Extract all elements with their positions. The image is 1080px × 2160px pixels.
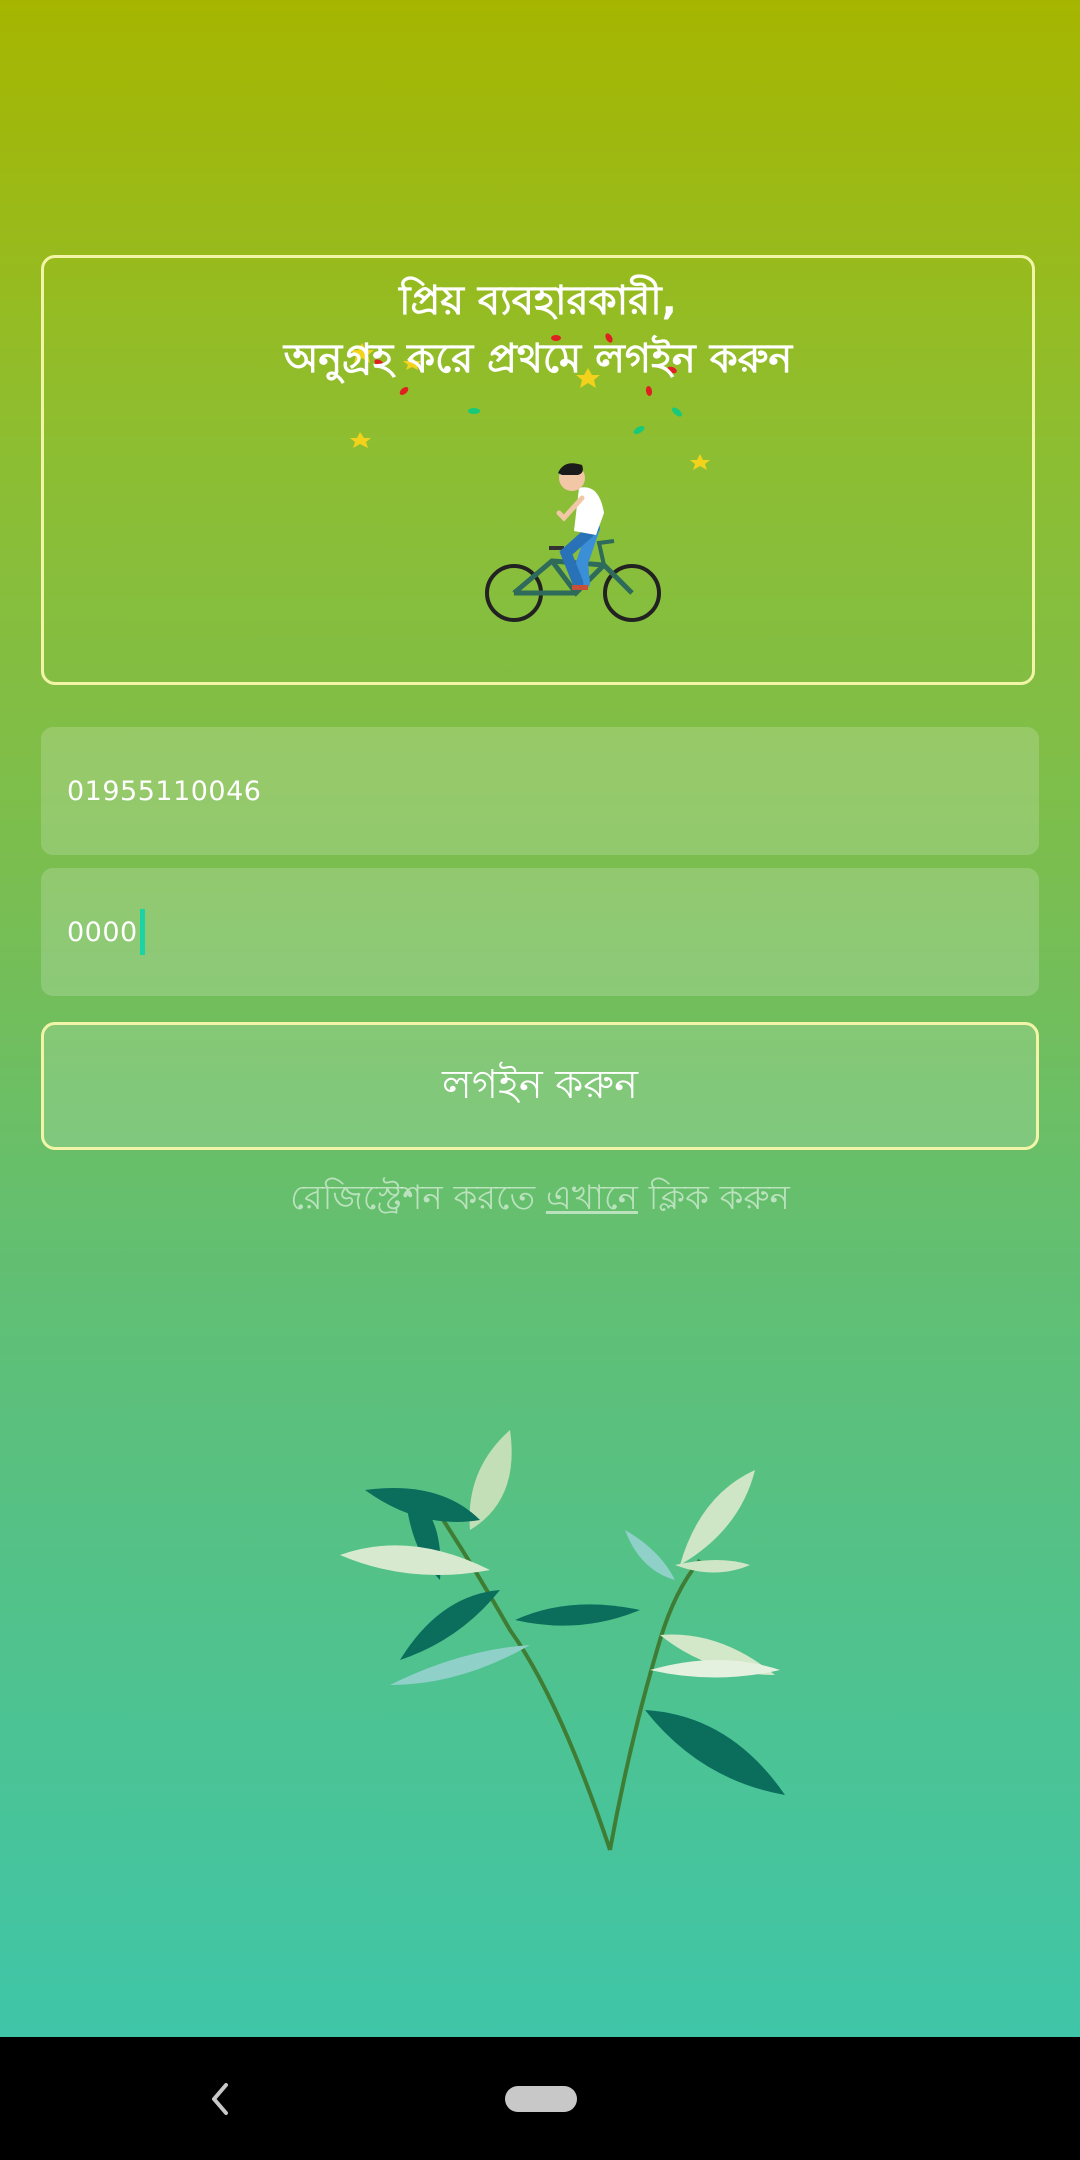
welcome-title: প্রিয় ব্যবহারকারী, অনুগ্রহ করে প্রথমে ল… bbox=[44, 272, 1032, 388]
system-nav-bar bbox=[0, 2037, 1080, 2160]
plant-illustration bbox=[340, 1430, 785, 1851]
home-pill-button[interactable] bbox=[505, 2086, 577, 2112]
text-cursor bbox=[139, 909, 145, 955]
register-suffix: ক্লিক করুন bbox=[637, 1178, 790, 1218]
register-link[interactable]: এখানে bbox=[546, 1178, 638, 1218]
phone-value: 01955110046 bbox=[67, 775, 262, 807]
register-prefix: রেজিস্ট্রেশন করতে bbox=[290, 1178, 546, 1218]
login-screen: প্রিয় ব্যবহারকারী, অনুগ্রহ করে প্রথমে ল… bbox=[0, 0, 1080, 2037]
welcome-line-2: অনুগ্রহ করে প্রথমে লগইন করুন bbox=[283, 336, 793, 382]
login-button-label: লগইন করুন bbox=[442, 1061, 638, 1108]
password-value: 0000 bbox=[67, 916, 138, 948]
login-button[interactable]: লগইন করুন bbox=[41, 1022, 1039, 1150]
back-icon[interactable] bbox=[200, 2077, 240, 2121]
password-input[interactable]: 0000 bbox=[41, 868, 1039, 996]
welcome-card: প্রিয় ব্যবহারকারী, অনুগ্রহ করে প্রথমে ল… bbox=[41, 255, 1035, 685]
phone-input[interactable]: 01955110046 bbox=[41, 727, 1039, 855]
cyclist-illustration bbox=[485, 463, 661, 622]
welcome-line-1: প্রিয় ব্যবহারকারী, bbox=[399, 278, 677, 324]
register-prompt: রেজিস্ট্রেশন করতে এখানে ক্লিক করুন bbox=[0, 1172, 1080, 1229]
